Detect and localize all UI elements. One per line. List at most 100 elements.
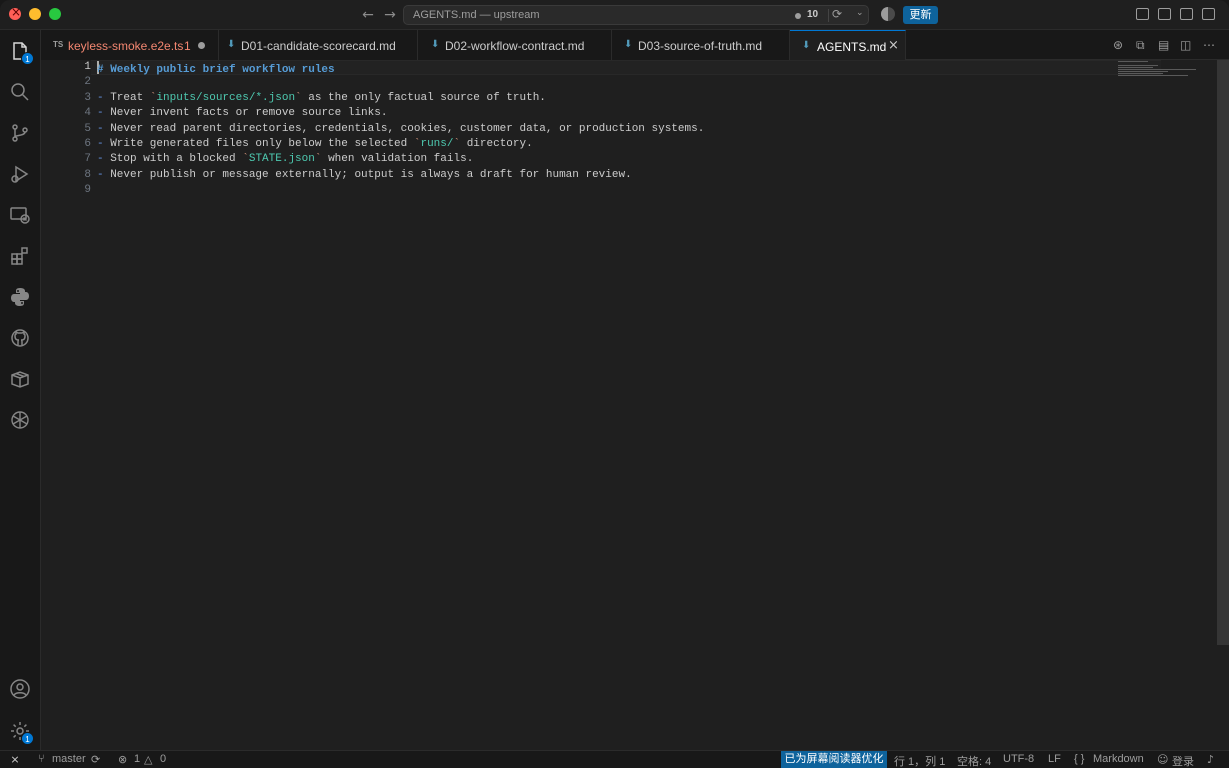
code-token: -: [97, 122, 111, 135]
error-count[interactable]: 1: [134, 753, 140, 765]
indentation[interactable]: 空格: 4: [957, 753, 991, 768]
code-token: `: [242, 153, 249, 166]
tab-label: D03-source-of-truth.md: [638, 39, 763, 53]
back-arrow-icon[interactable]: ←: [359, 6, 377, 24]
code-token: Treat: [110, 91, 150, 104]
explorer-icon[interactable]: 1: [9, 40, 34, 65]
source-control-icon[interactable]: [9, 122, 31, 144]
code-token: Stop with a blocked: [110, 153, 243, 166]
line-number: 8: [84, 168, 91, 181]
update-button[interactable]: 更新: [903, 6, 938, 24]
code-token: when validation fails.: [321, 153, 474, 166]
line-number: 7: [84, 153, 91, 166]
open-changes-icon[interactable]: ▤: [1158, 38, 1169, 52]
line-number: 6: [84, 138, 91, 150]
open-preview-icon[interactable]: ⧉: [1136, 38, 1145, 53]
tab-d02-workflow-contract[interactable]: ⬇ D02-workflow-contract.md: [418, 30, 612, 60]
line-number: 2: [84, 76, 91, 89]
tab-d01-candidate-scorecard[interactable]: ⬇ D01-candidate-scorecard.md: [219, 30, 418, 60]
error-icon: ⊗: [118, 753, 128, 766]
code-line[interactable]: - Stop with a blocked `STATE.json` when …: [97, 153, 473, 165]
notifications-bell-icon[interactable]: ♪: [1207, 753, 1214, 766]
typescript-icon: TS: [53, 40, 64, 49]
code-token: STATE.json: [248, 153, 315, 166]
copilot-icon[interactable]: [881, 7, 895, 21]
editor-tabs: TS keyless-smoke.e2e.ts 1 ⬇ D01-candidat…: [41, 30, 1229, 60]
activity-bar: 1 1: [0, 30, 41, 750]
separator: [828, 9, 829, 22]
code-line[interactable]: - Treat `inputs/sources/*.json` as the o…: [97, 92, 546, 104]
code-token: -: [97, 91, 111, 104]
remote-indicator-icon[interactable]: ⨯: [0, 751, 30, 768]
cursor-position[interactable]: 行 1，列 1: [894, 753, 945, 768]
maximize-window-button[interactable]: [49, 8, 61, 20]
chatgpt-icon[interactable]: ⊛: [1113, 38, 1123, 52]
code-token: -: [97, 153, 111, 166]
notification-count[interactable]: 10: [807, 9, 818, 20]
unsaved-dot-icon[interactable]: [198, 42, 205, 49]
chatgpt-icon[interactable]: [9, 409, 31, 431]
split-editor-icon[interactable]: ◫: [1180, 38, 1191, 52]
encoding[interactable]: UTF-8: [1003, 753, 1034, 765]
screen-reader-optimized[interactable]: 已为屏幕阅读器优化: [781, 751, 887, 768]
more-actions-icon[interactable]: ⋯: [1203, 38, 1215, 52]
sync-icon[interactable]: ⟳: [91, 753, 100, 766]
toggle-secondary-sidebar-icon[interactable]: [1202, 8, 1215, 20]
tab-agents-md[interactable]: ⬇ AGENTS.md ×: [790, 30, 906, 60]
line-number: 5: [84, 122, 91, 135]
notification-dot-icon: [795, 13, 801, 19]
markdown-icon: ⬇: [624, 39, 633, 50]
markdown-icon: ⬇: [802, 40, 811, 51]
run-debug-icon[interactable]: [9, 163, 31, 185]
forward-arrow-icon[interactable]: →: [381, 6, 399, 24]
code-line[interactable]: # Weekly public brief workflow rules: [97, 61, 335, 76]
remote-explorer-icon[interactable]: [9, 204, 31, 226]
chat-icon[interactable]: ⟳: [832, 7, 842, 21]
github-icon[interactable]: [9, 327, 31, 349]
code-token: Never invent facts or remove source link…: [110, 107, 388, 120]
toggle-primary-sidebar-icon[interactable]: [1136, 8, 1149, 20]
command-center-text: AGENTS.md — upstream: [413, 9, 540, 21]
vertical-scrollbar[interactable]: [1217, 60, 1229, 645]
command-center[interactable]: AGENTS.md — upstream 10 ⟳ ⌄: [403, 5, 869, 25]
code-line[interactable]: - Never read parent directories, credent…: [97, 123, 704, 135]
warning-count[interactable]: 0: [160, 753, 166, 765]
minimap[interactable]: [1116, 60, 1216, 80]
customize-layout-icon[interactable]: [1158, 8, 1171, 20]
vscode-window: ← → AGENTS.md — upstream 10 ⟳ ⌄ 更新 1: [0, 0, 1229, 768]
toggle-panel-icon[interactable]: [1180, 8, 1193, 20]
status-bar: ⨯ ⑂ master ⟳ ⊗ 1 △ 0 已为屏幕阅读器优化 行 1，列 1 空…: [0, 750, 1229, 768]
branch-icon: ⑂: [38, 753, 45, 765]
tab-label: D02-workflow-contract.md: [445, 39, 585, 53]
copilot-status-icon[interactable]: ☺: [1157, 753, 1168, 766]
code-token: directory.: [460, 138, 533, 150]
end-of-line[interactable]: LF: [1048, 753, 1061, 765]
code-line[interactable]: - Never publish or message externally; o…: [97, 169, 632, 181]
sign-in[interactable]: 登录: [1172, 753, 1194, 768]
line-number: 1: [84, 61, 91, 73]
python-icon[interactable]: [9, 286, 31, 308]
code-line[interactable]: - Never invent facts or remove source li…: [97, 107, 387, 119]
manage-gear-icon[interactable]: 1: [9, 720, 34, 745]
code-token: -: [97, 107, 111, 120]
code-token: as the only factual source of truth.: [301, 91, 546, 104]
line-number: 4: [84, 107, 91, 120]
close-icon[interactable]: ×: [888, 38, 899, 53]
code-token: -: [97, 168, 111, 181]
code-editor[interactable]: 1 2 3 4 5 6 7 8 9 # Weekly public brief workflow…: [41, 60, 1229, 750]
extensions-icon[interactable]: [9, 245, 31, 267]
minimize-window-button[interactable]: [29, 8, 41, 20]
code-line[interactable]: - Write generated files only below the s…: [97, 138, 533, 150]
markdown-icon: ⬇: [227, 39, 236, 50]
tab-keyless-smoke[interactable]: TS keyless-smoke.e2e.ts 1: [41, 30, 219, 60]
tab-d03-source-of-truth[interactable]: ⬇ D03-source-of-truth.md: [612, 30, 790, 60]
containers-icon[interactable]: [9, 368, 31, 390]
chevron-down-icon[interactable]: ⌄: [856, 8, 864, 18]
branch-name[interactable]: master: [52, 753, 86, 765]
language-mode[interactable]: Markdown: [1093, 753, 1144, 765]
close-window-button[interactable]: [9, 5, 21, 20]
tab-label: keyless-smoke.e2e.ts: [68, 39, 184, 53]
search-icon[interactable]: [9, 81, 31, 103]
accounts-icon[interactable]: [9, 678, 31, 700]
code-token: Never read parent directories, credentia…: [110, 122, 705, 135]
